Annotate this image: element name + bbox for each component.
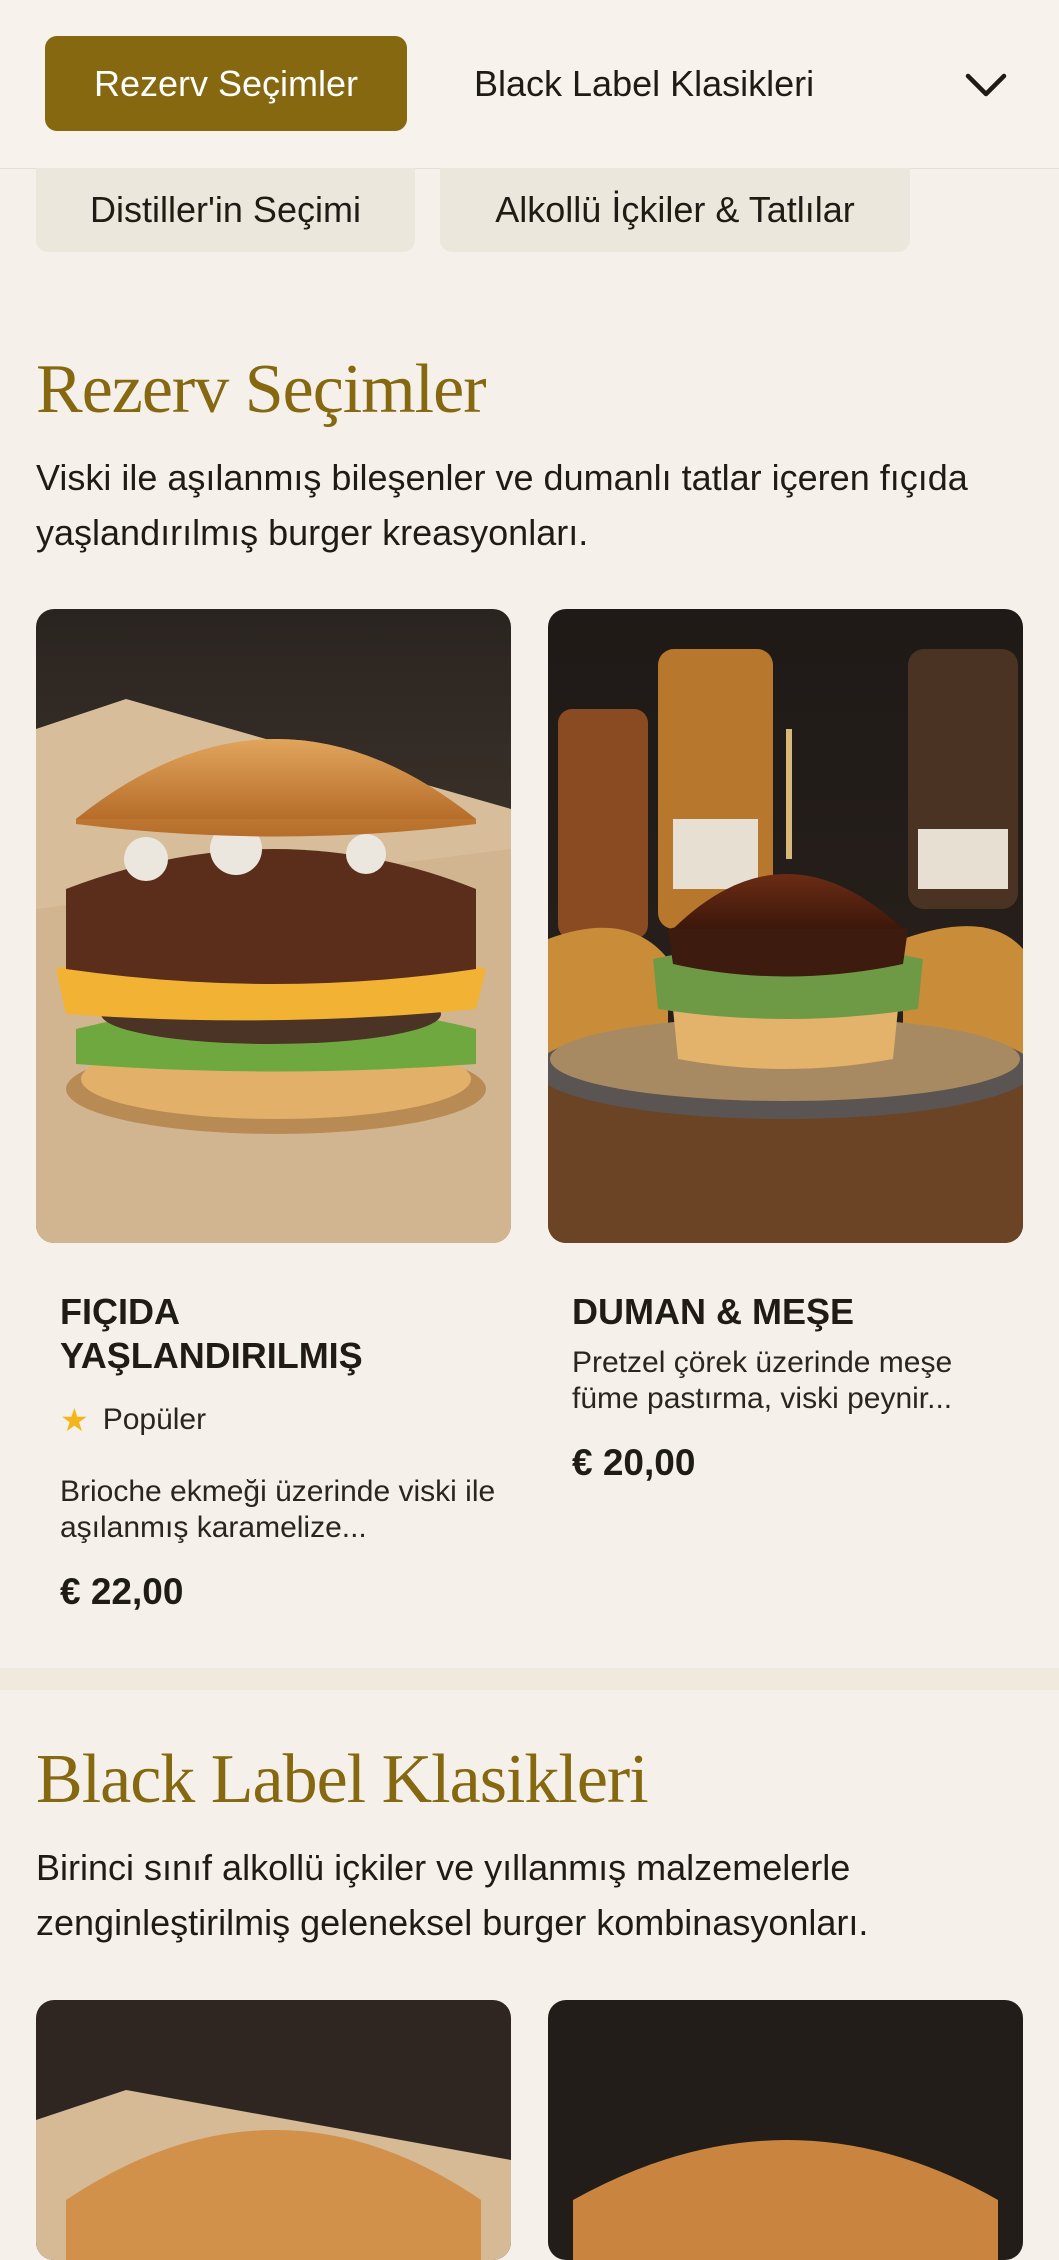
item-price-smoke-oak: € 20,00 — [572, 1442, 696, 1483]
burger-image — [548, 2000, 1023, 2260]
item-description-smoke-oak: Pretzel çörek üzerinde meşe füme pastırm… — [572, 1346, 953, 1415]
item-photo-smoke-oak[interactable] — [548, 609, 1023, 1243]
category-tab-spirits-desserts[interactable]: Alkollü İçkiler & Tatlılar — [440, 168, 910, 252]
item-description-barrel-aged: Brioche ekmeği üzerinde viski ile aşılan… — [60, 1475, 496, 1544]
star-icon: ★ — [60, 1402, 89, 1438]
burger-image — [36, 2000, 511, 2260]
item-photo-barrel-aged[interactable] — [36, 609, 511, 1243]
category-nav: Rezerv Seçimler Black Label Klasikleri — [0, 0, 1059, 169]
badge-label: Popüler — [102, 1403, 207, 1436]
section-title-reserve: Rezerv Seçimler — [36, 351, 487, 428]
section-title-black-label: Black Label Klasikleri — [36, 1741, 649, 1818]
category-tab-distiller[interactable]: Distiller'in Seçimi — [36, 168, 415, 252]
item-price-barrel-aged: € 22,00 — [60, 1571, 184, 1612]
section-description-black-label: Birinci sınıf alkollü içkiler ve yıllanm… — [36, 1847, 869, 1943]
chevron-down-icon[interactable] — [962, 60, 1010, 108]
category-tab-active[interactable]: Rezerv Seçimler — [45, 36, 407, 131]
item-name-smoke-oak[interactable]: DUMAN & MEŞE — [572, 1290, 1012, 1334]
item-photo-black-label-2[interactable] — [548, 2000, 1023, 2260]
burger-image — [548, 609, 1023, 1243]
item-name-barrel-aged[interactable]: FIÇIDA YAŞLANDIRILMIŞ — [60, 1290, 490, 1378]
burger-image — [36, 609, 511, 1243]
section-divider — [0, 1668, 1059, 1690]
popular-badge: ★ Popüler — [60, 1403, 206, 1437]
category-tab-next[interactable]: Black Label Klasikleri — [474, 36, 814, 131]
section-description-reserve: Viski ile aşılanmış bileşenler ve dumanl… — [36, 457, 968, 553]
item-photo-black-label-1[interactable] — [36, 2000, 511, 2260]
